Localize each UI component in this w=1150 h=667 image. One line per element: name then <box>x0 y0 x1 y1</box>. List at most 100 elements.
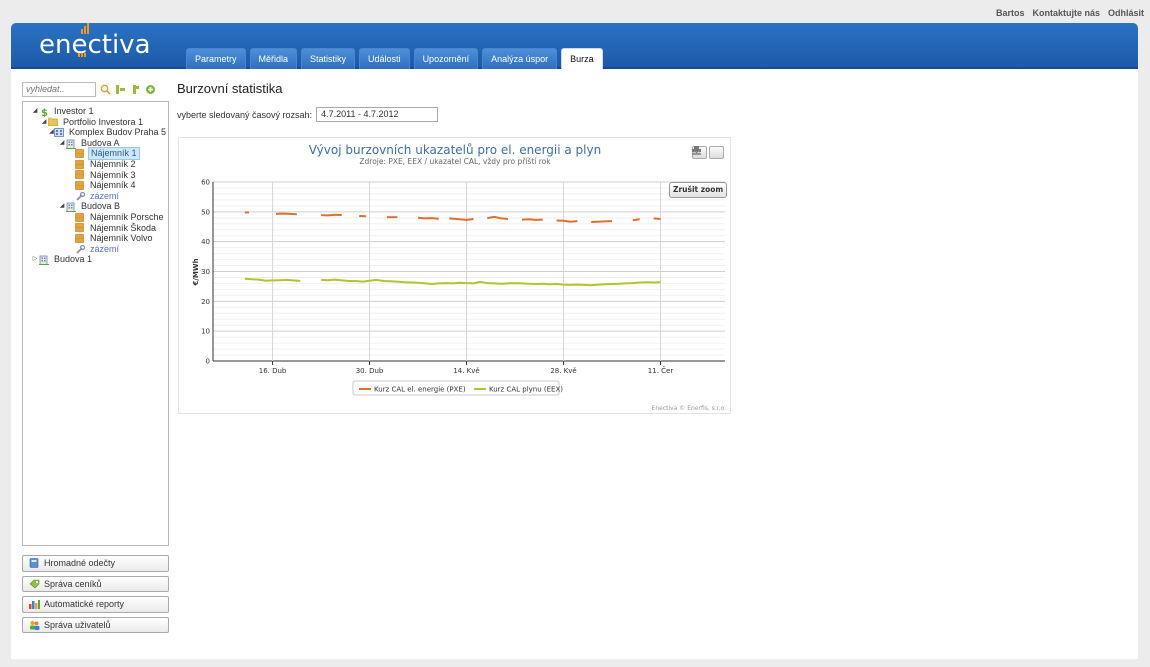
range-input[interactable]: 4.7.2011 - 4.7.2012 <box>316 107 439 122</box>
tree-node-label[interactable]: Budova B <box>79 201 122 212</box>
tree-node[interactable]: Nájemník 4 <box>23 180 168 191</box>
logout-link[interactable]: Odhlásit <box>1108 8 1144 18</box>
tab-události[interactable]: Události <box>359 48 410 69</box>
sidebar-button-label: Automatické reporty <box>44 599 125 610</box>
complex-icon <box>54 128 64 137</box>
tree-node[interactable]: zázemí <box>23 191 168 202</box>
meter-icon <box>29 558 39 569</box>
tree-node-label[interactable]: Nájemník 2 <box>88 159 138 170</box>
tenant-icon <box>75 223 85 233</box>
tree-node-label[interactable]: Nájemník Porsche <box>88 212 166 223</box>
building-icon <box>39 255 49 266</box>
report-chart-icon <box>29 599 40 610</box>
series-line-electricity[interactable] <box>591 220 613 223</box>
sidebar-buttons: Hromadné odečty Správa ceníků Automatické … <box>22 555 169 637</box>
tree-node-label[interactable]: zázemí <box>88 244 121 255</box>
series-line-gas[interactable] <box>321 278 661 287</box>
series-line-electricity[interactable] <box>321 213 342 217</box>
tenant-icon <box>75 212 85 222</box>
object-tree: ◢ $ Investor 1 ◢ Portfolio Investora 1 ◢ Kompl… <box>22 101 169 546</box>
tree-expand-icon[interactable] <box>114 83 126 95</box>
x-tick-label: 28. Kvě <box>550 367 576 375</box>
building-icon <box>66 139 76 149</box>
tree-node[interactable]: Nájemník Volvo <box>23 233 168 244</box>
expanded-arrow-icon[interactable]: ◢ <box>40 117 48 128</box>
správa-uživatelů-button[interactable]: Správa uživatelů <box>22 616 169 633</box>
range-label: vyberte sledovaný časový rozsah: <box>177 109 313 120</box>
chart-subtitle: Zdroje: PXE, EEX / ukazatel CAL, vždy pr… <box>359 157 551 166</box>
search-icon[interactable] <box>99 83 111 95</box>
expanded-arrow-icon[interactable]: ◢ <box>58 201 66 212</box>
series-line-electricity[interactable] <box>487 215 509 220</box>
tab-parametry[interactable]: Parametry <box>186 48 246 69</box>
tree-collapse-icon[interactable] <box>129 83 141 95</box>
series-line-electricity[interactable] <box>556 219 578 223</box>
tree-node-label[interactable]: Nájemník 3 <box>88 170 138 181</box>
search-row <box>22 81 169 97</box>
x-tick-label: 11. Čer <box>648 366 674 375</box>
user-link[interactable]: Bartos <box>996 8 1025 18</box>
y-tick-label: 10 <box>201 328 210 336</box>
tree-node-label[interactable]: Budova 1 <box>52 254 94 265</box>
series-line-electricity[interactable] <box>632 218 640 222</box>
sidebar <box>22 81 169 97</box>
tree-node[interactable]: ◢ $ Investor 1 <box>23 106 168 119</box>
tree-node[interactable]: ◢ Budova B <box>23 201 168 213</box>
tab-analýza-úspor[interactable]: Analýza úspor <box>482 48 558 69</box>
tree-node[interactable]: Nájemník Porsche <box>23 212 168 223</box>
tenant-icon <box>75 170 85 180</box>
folder-icon <box>47 117 59 127</box>
add-node-icon[interactable] <box>144 83 156 95</box>
tree-node-label[interactable]: Nájemník Volvo <box>88 233 155 244</box>
expanded-arrow-icon[interactable]: ◢ <box>58 138 66 149</box>
tab-burza[interactable]: Burza <box>561 48 603 69</box>
dollar-icon: $ <box>39 107 49 119</box>
x-tick-label: 16. Dub <box>259 367 287 375</box>
tree-node-label[interactable]: Nájemník Škoda <box>88 223 158 234</box>
reset-zoom-button[interactable]: Zrušit zoom <box>669 182 728 198</box>
building-icon <box>66 202 76 213</box>
tree-node-label[interactable]: Investor 1 <box>52 106 96 117</box>
správa-ceníků-button[interactable]: Správa ceníků <box>22 575 169 592</box>
series-line-electricity[interactable] <box>275 212 297 216</box>
legend-item[interactable]: Kurz CAL plynu (EEX) <box>489 386 563 394</box>
automatické-reporty-button[interactable]: Automatické reporty <box>22 596 169 613</box>
range-row: vyberte sledovaný časový rozsah: 4.7.201… <box>177 107 737 122</box>
tree-node[interactable]: Nájemník 1 <box>23 147 168 160</box>
tree-node[interactable]: Nájemník Škoda <box>23 223 168 234</box>
download-icon[interactable] <box>692 146 724 159</box>
tab-upozornění[interactable]: Upozornění <box>413 48 479 69</box>
series-line-electricity[interactable] <box>521 218 543 221</box>
collapsed-arrow-icon[interactable]: ▷ <box>31 254 39 265</box>
app-header: enectiva Parametry Měřidla Statistiky Událo… <box>11 23 1138 69</box>
y-tick-label: 20 <box>201 298 210 306</box>
logo[interactable]: enectiva <box>39 30 151 60</box>
tab-statistiky[interactable]: Statistiky <box>301 48 356 69</box>
hromadné-odečty-button[interactable]: Hromadné odečty <box>22 555 169 572</box>
expanded-arrow-icon[interactable]: ◢ <box>31 106 39 117</box>
tree-node-label[interactable]: Komplex Budov Praha 5 <box>67 127 168 138</box>
tree-node[interactable]: Nájemník 3 <box>23 170 168 181</box>
tree-node[interactable]: zázemí <box>23 244 168 255</box>
series-line-electricity[interactable] <box>449 217 474 221</box>
contact-link[interactable]: Kontaktujte nás <box>1032 8 1100 18</box>
tree-node[interactable]: ◢ Komplex Budov Praha 5 <box>23 127 168 138</box>
wrench-icon <box>75 191 86 201</box>
logo-bars-icon <box>81 23 89 34</box>
tree-node[interactable]: Nájemník 2 <box>23 159 168 170</box>
series-line-electricity[interactable] <box>417 216 439 220</box>
y-tick-label: 50 <box>201 208 210 216</box>
top-links: Bartos Kontaktujte nás Odhlásit <box>996 8 1144 18</box>
tree-node[interactable]: ▷ Budova 1 <box>23 254 168 266</box>
tenant-icon <box>75 159 85 169</box>
search-input[interactable] <box>22 81 96 97</box>
tree-node[interactable]: ◢ Portfolio Investora 1 <box>23 117 168 128</box>
sidebar-button-label: Hromadné odečty <box>44 558 116 569</box>
legend-item[interactable]: Kurz CAL el. energie (PXE) <box>374 386 466 394</box>
tenant-icon <box>75 181 85 190</box>
tree-node-label[interactable]: Nájemník 4 <box>88 180 138 191</box>
tree-node-label[interactable]: zázemí <box>88 191 121 202</box>
series-line-electricity[interactable] <box>653 217 661 220</box>
tab-měřidla[interactable]: Měřidla <box>249 48 298 69</box>
tree-node-label[interactable]: Portfolio Investora 1 <box>61 117 145 128</box>
